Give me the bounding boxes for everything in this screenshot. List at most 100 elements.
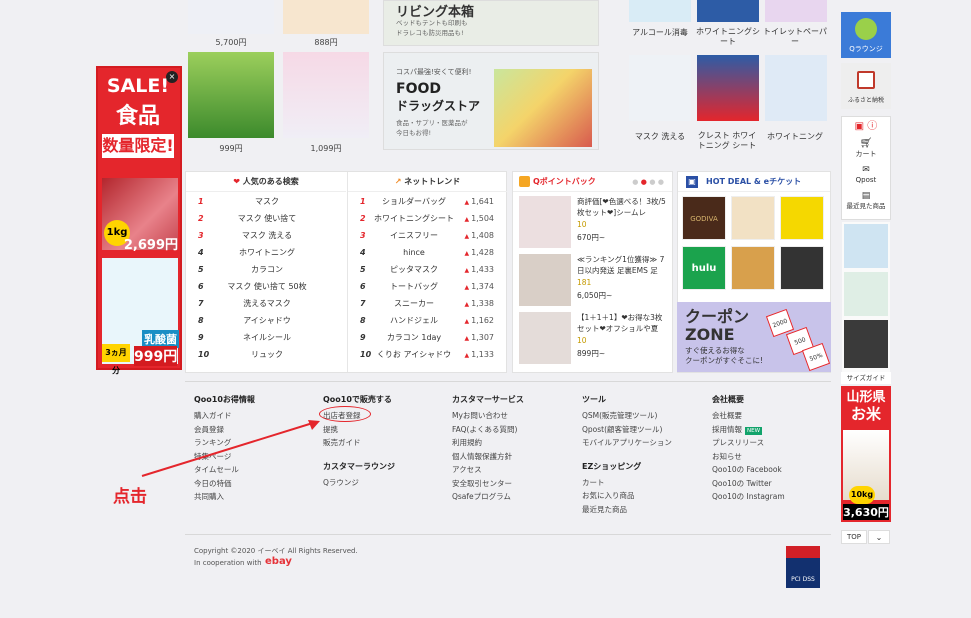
footer-link[interactable]: お知らせ — [712, 451, 785, 465]
size-guide-link[interactable]: サイズガイド — [841, 372, 891, 384]
ranking-row[interactable]: 7 洗えるマスク — [186, 295, 346, 312]
coupon-zone-banner[interactable]: クーポン ZONE すぐ使えるお得な クーポンがすぐそこに! 2000 500 … — [677, 302, 831, 372]
rank-keyword[interactable]: スニーカー — [374, 295, 454, 312]
footer-link[interactable]: カート — [582, 477, 672, 491]
rank-keyword[interactable]: ホワイトニング — [212, 244, 322, 261]
footer-link[interactable]: Qpost(顧客管理ツール) — [582, 424, 672, 438]
product-label[interactable]: ホワイトニングシート — [694, 27, 762, 47]
footer-link[interactable]: アクセス — [452, 464, 524, 478]
hot-deal-tile[interactable] — [780, 246, 824, 290]
back-to-top-button[interactable]: TOP — [841, 530, 867, 544]
footer-link[interactable]: FAQ(よくある質問) — [452, 424, 524, 438]
qpoint-item-image[interactable] — [519, 196, 571, 248]
product-label[interactable]: クレスト ホワイトニング シート — [694, 131, 760, 151]
carousel-dots[interactable]: ● ● ● ● — [632, 172, 664, 192]
footer-link[interactable]: 個人情報保護方針 — [452, 451, 524, 465]
footer-link[interactable]: Qsafeプログラム — [452, 491, 524, 505]
footer-link[interactable]: モバイルアプリケーション — [582, 437, 672, 451]
qpoint-item[interactable]: 商評価[❤色選べる！3枚/5枚セット❤]シームレ 10 670円~ — [519, 196, 669, 250]
recent-item[interactable] — [844, 224, 888, 268]
footer-link[interactable]: お気に入り商品 — [582, 490, 672, 504]
ranking-row[interactable]: 2 マスク 使い捨て — [186, 210, 346, 227]
trend-row[interactable]: 7 スニーカー 1,338 — [348, 295, 508, 312]
product-image[interactable] — [629, 55, 691, 121]
sidebar-quick-icons[interactable]: ▣ ⓘ — [842, 117, 890, 139]
product-image[interactable] — [283, 0, 369, 34]
footer-link[interactable]: Qラウンジ — [323, 477, 395, 491]
rank-keyword[interactable]: リュック — [212, 346, 322, 363]
q-lounge-button[interactable]: Qラウンジ — [841, 12, 891, 58]
trend-row[interactable]: 5 ピッタマスク 1,433 — [348, 261, 508, 278]
qpost-button[interactable]: ✉ Qpost — [842, 165, 890, 185]
rank-keyword[interactable]: ピッタマスク — [374, 261, 454, 278]
footer-link[interactable]: 提携 — [323, 424, 395, 438]
ranking-row[interactable]: 3 マスク 洗える — [186, 227, 346, 244]
rank-keyword[interactable]: マスク 使い捨て — [212, 210, 322, 227]
ranking-row[interactable]: 5 カラコン — [186, 261, 346, 278]
qpoint-item[interactable]: 【1＋1＋1】❤お得な3枚セット❤オフショルや夏 10 899円~ — [519, 312, 669, 366]
footer-link[interactable]: Qoo10の Facebook — [712, 464, 785, 478]
furusato-button[interactable]: ふるさと納税 — [841, 63, 891, 109]
trend-row[interactable]: 10くりお アイシャドウ 1,133 — [348, 346, 508, 363]
cart-button[interactable]: 🛒︎ カート — [842, 139, 890, 159]
rank-keyword[interactable]: トートバッグ — [374, 278, 454, 295]
qpoint-item-image[interactable] — [519, 312, 571, 364]
footer-link[interactable]: Qoo10の Twitter — [712, 478, 785, 492]
rank-keyword[interactable]: カラコン 1day — [374, 329, 454, 346]
footer-link-label[interactable]: 採用情報 — [712, 425, 742, 434]
recent-items-button[interactable]: ▤ 最近見た商品 — [842, 191, 890, 211]
rank-keyword[interactable]: アイシャドウ — [212, 312, 322, 329]
product-image[interactable] — [629, 0, 691, 22]
footer-link[interactable]: 共同購入 — [194, 491, 255, 505]
recent-item[interactable] — [844, 320, 888, 368]
footer-link[interactable]: 利用規約 — [452, 437, 524, 451]
living-banner[interactable]: リビング本箱 ベッドもテントも印刷も ドラレコも防災用品も! — [383, 0, 599, 46]
product-image[interactable] — [697, 0, 759, 22]
footer-link[interactable]: 会社概要 — [712, 410, 785, 424]
rank-keyword[interactable]: くりお アイシャドウ — [374, 346, 454, 363]
footer-link[interactable]: Myお問い合わせ — [452, 410, 524, 424]
rank-keyword[interactable]: マスク — [212, 193, 322, 210]
trend-row[interactable]: 6 トートバッグ 1,374 — [348, 278, 508, 295]
trend-row[interactable]: 4 hince 1,428 — [348, 244, 508, 261]
footer-link-recruit[interactable]: 採用情報 NEW — [712, 424, 785, 438]
product-image[interactable] — [283, 52, 369, 138]
ranking-row[interactable]: 10 リュック — [186, 346, 346, 363]
product-image[interactable] — [188, 52, 274, 138]
product-image[interactable] — [188, 0, 274, 34]
ranking-row[interactable]: 6 マスク 使い捨て 50枚 — [186, 278, 346, 295]
food-drugstore-banner[interactable]: コスパ最強!安くて便利! FOOD ドラッグストア 食品・サプリ・医薬品が 今日… — [383, 52, 599, 150]
ranking-row[interactable]: 8 アイシャドウ — [186, 312, 346, 329]
rank-keyword[interactable]: カラコン — [212, 261, 322, 278]
ranking-row[interactable]: 9 ネイルシール — [186, 329, 346, 346]
rank-keyword[interactable]: イニスフリー — [374, 227, 454, 244]
footer-link[interactable]: QSM(販売管理ツール) — [582, 410, 672, 424]
qpoint-item-title[interactable]: ≪ランキング1位獲得≫ 7日以内発送 足裏EMS 足 — [577, 254, 669, 276]
product-label[interactable]: ホワイトニング — [760, 131, 830, 142]
ranking-row[interactable]: 4 ホワイトニング — [186, 244, 346, 261]
product-label[interactable]: アルコール消毒 — [624, 27, 696, 38]
trend-row[interactable]: 3 イニスフリー 1,408 — [348, 227, 508, 244]
trend-row[interactable]: 8 ハンドジェル 1,162 — [348, 312, 508, 329]
footer-link[interactable]: 最近見た商品 — [582, 504, 672, 518]
product-label[interactable]: トイレットペーパー — [762, 27, 828, 47]
hot-deal-tile[interactable]: hulu — [682, 246, 726, 290]
footer-link[interactable]: プレスリリース — [712, 437, 785, 451]
chevron-down-icon[interactable]: ⌄ — [868, 530, 890, 544]
rank-keyword[interactable]: ネイルシール — [212, 329, 322, 346]
rank-keyword[interactable]: マスク 洗える — [212, 227, 322, 244]
qpoint-item-image[interactable] — [519, 254, 571, 306]
rank-keyword[interactable]: ショルダーバッグ — [374, 193, 454, 210]
hot-deal-tile[interactable] — [731, 196, 775, 240]
recent-item[interactable] — [844, 272, 888, 316]
qpoint-item-title[interactable]: 【1＋1＋1】❤お得な3枚セット❤オフショルや夏 — [577, 312, 669, 334]
rank-keyword[interactable]: hince — [374, 244, 454, 261]
ranking-row[interactable]: 1 マスク — [186, 193, 346, 210]
trend-row[interactable]: 9 カラコン 1day 1,307 — [348, 329, 508, 346]
product-label[interactable]: マスク 洗える — [624, 131, 696, 142]
qpoint-item[interactable]: ≪ランキング1位獲得≫ 7日以内発送 足裏EMS 足 181 6,050円~ — [519, 254, 669, 308]
product-image[interactable] — [765, 0, 827, 22]
yamagata-rice-banner[interactable]: 山形県 お米 10kg 3,630円 — [841, 386, 891, 522]
sale-food-banner[interactable]: × SALE! 食品 数量限定! 1kg 2,699円 乳酸菌 3ヵ月分 999… — [96, 66, 182, 375]
footer-link[interactable]: 安全取引センター — [452, 478, 524, 492]
